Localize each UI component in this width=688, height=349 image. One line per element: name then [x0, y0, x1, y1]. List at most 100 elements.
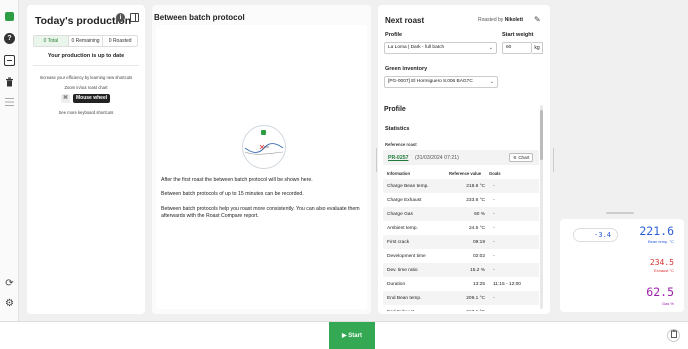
- table-row: Charge Exhaust 233.6 °C -: [383, 193, 539, 207]
- statistics-section: Statistics Reference roast PR-0257 (31/0…: [383, 119, 543, 311]
- production-tabs: 0 Total 0 Remaining 0 Roasted: [33, 35, 138, 47]
- cell-reference: 218.6 °C: [466, 183, 485, 189]
- gas-label: Gas %: [661, 301, 674, 306]
- mouse-wheel-key: Mouse wheel: [73, 94, 111, 103]
- batch-limit-text: Between batch protocols of up to 15 minu…: [161, 191, 304, 197]
- reference-roast-link[interactable]: PR-0257: [388, 155, 408, 161]
- next-roast-panel: Next roast Roasted by Nikolett ✎ Profile…: [378, 5, 550, 314]
- resize-handle-right[interactable]: [553, 148, 554, 172]
- gauge-panel: -3.4 221.6 Bean temp. °C 234.5 Exhaust °…: [560, 219, 684, 312]
- cell-goal: -: [493, 253, 495, 259]
- start-weight-input[interactable]: 60: [502, 42, 532, 54]
- cell-information: First crack: [387, 239, 410, 245]
- cell-reference: 02:02: [472, 253, 485, 259]
- cell-goal: -: [489, 310, 529, 312]
- cell-information: Charge Gas: [387, 211, 413, 217]
- logo-icon[interactable]: [5, 12, 14, 21]
- info-icon[interactable]: i: [116, 13, 125, 22]
- profile-section-title: Profile: [384, 106, 406, 113]
- batch-protocol-content: After the first roast the between batch …: [156, 25, 367, 309]
- profile-select[interactable]: La Loma | Dark - full batch ⌄: [384, 42, 497, 54]
- production-panel: Today's production i 0 Total 0 Remaining…: [27, 5, 145, 314]
- profile-label: Profile: [385, 32, 403, 38]
- tab-total[interactable]: 0 Total: [34, 36, 69, 46]
- roasted-by: Roasted by Nikolett: [478, 17, 523, 23]
- col-goals: Goals: [489, 171, 501, 176]
- cell-information: Charge Bean temp.: [387, 183, 429, 189]
- profile-value: La Loma | Dark - full batch: [388, 45, 445, 50]
- start-button[interactable]: ▶ Start: [329, 322, 375, 349]
- gauge-drag-handle[interactable]: [606, 212, 634, 214]
- table-row: Ambient temp. 24.5 °C -: [383, 221, 539, 235]
- chart-icon: ⚟: [513, 155, 518, 160]
- pencil-icon[interactable]: ✎: [534, 15, 541, 24]
- cell-reference: 24.5 °C: [468, 225, 485, 231]
- cell-information: Development time: [387, 253, 426, 259]
- divider: [33, 65, 139, 66]
- green-inventory-select[interactable]: [PG-0007] El Hormiguero 8.006 BAG7C ⌄: [384, 76, 498, 88]
- table-row: Development time 02:02 -: [383, 249, 539, 263]
- statistics-title: Statistics: [385, 126, 410, 132]
- col-information: Information: [387, 171, 411, 176]
- production-icon[interactable]: [4, 55, 15, 66]
- see-more-shortcuts-link[interactable]: See more keyboard shortcuts: [27, 110, 145, 115]
- table-row: End Bean temp. 209.1 °C -: [383, 291, 539, 305]
- batch-info-text: After the first roast the between batch …: [161, 177, 313, 183]
- cell-goal: -: [493, 197, 495, 203]
- cell-reference: 233.6 °C: [466, 197, 485, 203]
- tab-roasted[interactable]: 0 Roasted: [103, 36, 137, 46]
- shortcut-keys: ⌘ Mouse wheel: [61, 94, 111, 103]
- batch-protocol-panel: Between batch protocol After the first r…: [152, 5, 371, 314]
- weight-unit: kg: [532, 42, 543, 54]
- expand-panel-icon[interactable]: [130, 13, 139, 22]
- bean-temp-value: 221.6: [639, 224, 674, 238]
- cell-goal: -: [493, 183, 495, 189]
- bottom-bar: ▶ Start: [0, 321, 688, 349]
- bean-temp-label: Bean temp. °C: [647, 239, 674, 244]
- gas-value: 62.5: [646, 285, 674, 299]
- cell-information: Ambient temp.: [387, 225, 418, 231]
- col-reference: Reference value: [449, 171, 482, 176]
- chevron-down-icon: ⌄: [488, 77, 494, 87]
- shortcut-tip: Increase your efficiency by learning new…: [39, 75, 133, 80]
- sync-icon[interactable]: ⟳: [4, 278, 15, 289]
- start-weight-label: Start weight: [502, 32, 534, 38]
- cell-reference: 60 %: [474, 211, 485, 217]
- help-icon[interactable]: ?: [4, 33, 15, 44]
- cell-reference: 09:19: [472, 239, 485, 245]
- trash-icon[interactable]: [4, 76, 15, 87]
- cell-reference: 217.1 °C: [449, 310, 489, 312]
- cell-goal: -: [493, 211, 495, 217]
- cell-information: End Bean temp.: [387, 295, 422, 301]
- green-inventory-value: [PG-0007] El Hormiguero 8.006 BAG7C: [388, 79, 473, 84]
- cell-information: Duration: [387, 281, 406, 287]
- cell-reference: 13:25: [472, 281, 485, 287]
- cell-goal: 11:15 - 12:00: [493, 281, 521, 287]
- exhaust-value: 234.5: [649, 258, 674, 267]
- log-icon[interactable]: [4, 96, 15, 107]
- roaster-name: Nikolett: [504, 17, 524, 23]
- chart-button[interactable]: ⚟ Chart: [509, 153, 534, 162]
- chart-button-label: Chart: [518, 155, 530, 160]
- roasted-by-label: Roasted by: [478, 17, 504, 23]
- table-row: End Exhaust217.1 °C-: [383, 305, 539, 312]
- green-inventory-label: Green inventory: [385, 66, 428, 72]
- batch-protocol-title: Between batch protocol: [154, 13, 245, 22]
- reference-roast-row: PR-0257 (31/03/2024 07:21) ⚟ Chart: [383, 150, 539, 165]
- chevron-down-icon: ⌄: [488, 45, 493, 51]
- tab-remaining[interactable]: 0 Remaining: [69, 36, 104, 46]
- resize-handle-left[interactable]: [376, 148, 377, 172]
- command-key: ⌘: [61, 94, 70, 103]
- cell-reference: 209.1 °C: [466, 295, 485, 301]
- batch-benefit-text: Between batch protocols help you roast m…: [161, 206, 360, 219]
- roast-curve-illustration: [241, 124, 287, 175]
- cell-goal: -: [493, 239, 495, 245]
- clipboard-icon[interactable]: [667, 329, 680, 342]
- cell-information: Charge Exhaust: [387, 197, 422, 203]
- settings-icon[interactable]: ⚙: [4, 298, 15, 309]
- table-row: Dev. time ratio 15.2 % -: [383, 263, 539, 277]
- side-nav: ? ⟳ ⚙: [0, 0, 19, 321]
- stats-table-header: Information Reference value Goals: [383, 171, 539, 176]
- reference-roast-heading: Reference roast: [385, 142, 417, 147]
- exhaust-label: Exhaust °C: [653, 268, 674, 273]
